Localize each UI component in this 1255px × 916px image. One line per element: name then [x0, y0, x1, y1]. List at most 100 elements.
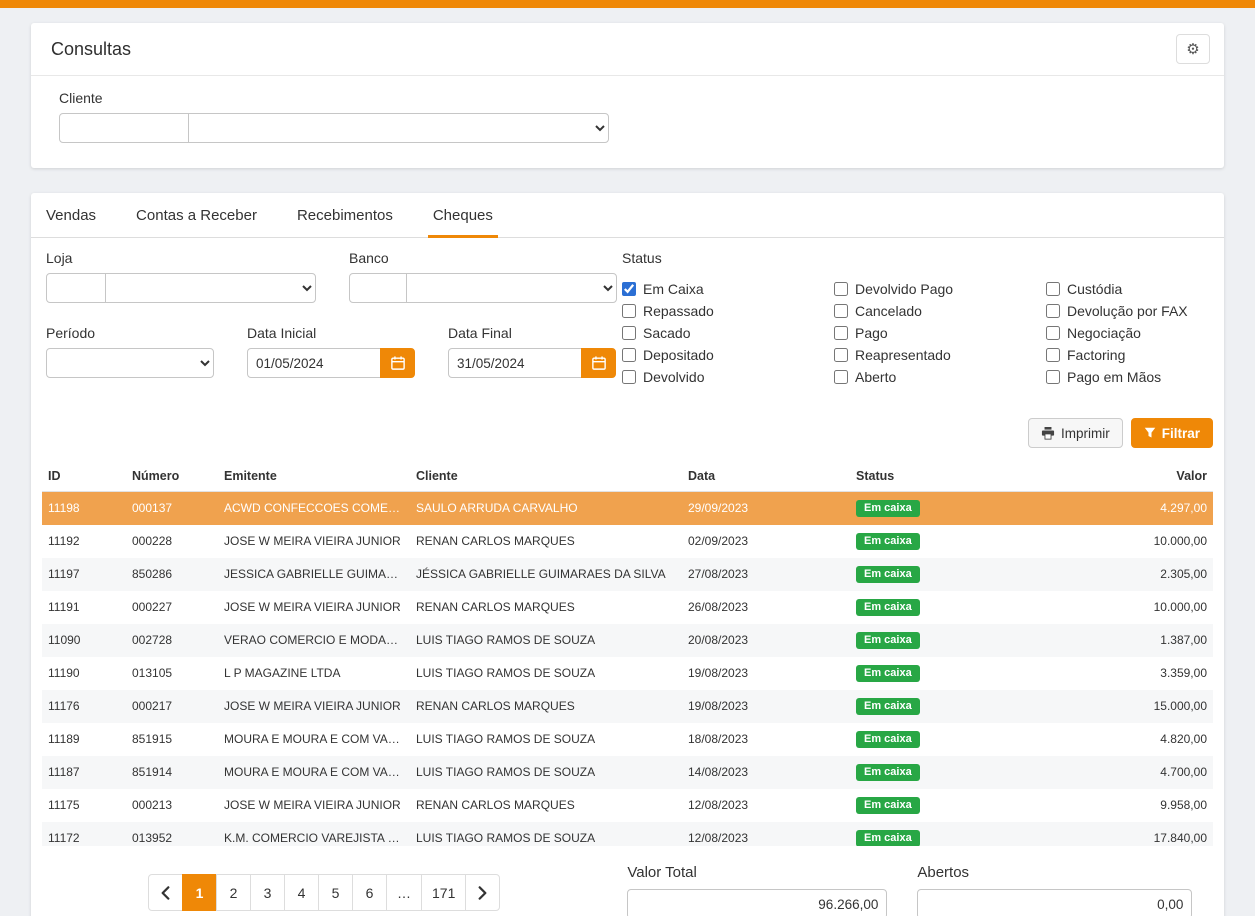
filters-section: Loja Banco Período — [31, 238, 1224, 388]
loja-select[interactable] — [105, 273, 316, 303]
status-option-label: Cancelado — [855, 303, 922, 319]
printer-icon — [1041, 427, 1055, 440]
page-button[interactable]: 5 — [318, 874, 353, 911]
calendar-icon — [391, 356, 405, 370]
table-row[interactable]: 11090002728VERAO COMERCIO E MODAS…LUIS T… — [42, 624, 1213, 657]
status-option-label: Devolução por FAX — [1067, 303, 1188, 319]
next-page-button[interactable] — [465, 874, 500, 911]
cliente-section: Cliente — [31, 76, 1224, 168]
table-row[interactable]: 11197850286JESSICA GABRIELLE GUIMA…JÉSSI… — [42, 558, 1213, 591]
status-checkbox[interactable] — [834, 326, 848, 340]
data-final-calendar-button[interactable] — [581, 348, 616, 378]
status-option[interactable]: Repassado — [622, 300, 834, 322]
cell: 27/08/2023 — [682, 558, 850, 591]
prev-page-button[interactable] — [148, 874, 183, 911]
page-button[interactable]: 2 — [216, 874, 251, 911]
table-row[interactable]: 11191000227JOSE W MEIRA VIEIRA JUNIORREN… — [42, 591, 1213, 624]
page-button[interactable]: 6 — [352, 874, 387, 911]
status-checkbox[interactable] — [1046, 326, 1060, 340]
cell: JÉSSICA GABRIELLE GUIMARAES DA SILVA — [410, 558, 682, 591]
status-checkbox[interactable] — [622, 348, 636, 362]
status-checkbox[interactable] — [622, 282, 636, 296]
cell: 29/09/2023 — [682, 492, 850, 526]
status-option-label: Pago — [855, 325, 888, 341]
page-button[interactable]: 1 — [182, 874, 217, 911]
data-inicial-calendar-button[interactable] — [380, 348, 415, 378]
status-option[interactable]: Cancelado — [834, 300, 1046, 322]
actions-bar: Imprimir Filtrar — [31, 388, 1224, 448]
banco-select[interactable] — [406, 273, 617, 303]
banco-code-input[interactable] — [349, 273, 407, 303]
status-option[interactable]: Devolvido Pago — [834, 278, 1046, 300]
status-option-label: Factoring — [1067, 347, 1125, 363]
status-badge: Em caixa — [856, 665, 920, 682]
cliente-select[interactable] — [188, 113, 609, 143]
cliente-code-input[interactable] — [59, 113, 189, 143]
table-row[interactable]: 11172013952K.M. COMERCIO VAREJISTA …LUIS… — [42, 822, 1213, 846]
status-checkbox[interactable] — [622, 326, 636, 340]
loja-code-input[interactable] — [46, 273, 106, 303]
cell: 11187 — [42, 756, 126, 789]
status-checkbox[interactable] — [1046, 304, 1060, 318]
status-checkbox[interactable] — [834, 282, 848, 296]
status-option[interactable]: Em Caixa — [622, 278, 834, 300]
data-inicial-label: Data Inicial — [247, 325, 415, 341]
status-checkbox[interactable] — [622, 304, 636, 318]
filtrar-button[interactable]: Filtrar — [1131, 418, 1213, 448]
status-option-label: Repassado — [643, 303, 714, 319]
status-option[interactable]: Custódia — [1046, 278, 1209, 300]
imprimir-label: Imprimir — [1061, 426, 1110, 441]
cell-valor: 9.958,00 — [996, 789, 1213, 822]
status-option[interactable]: Negociação — [1046, 322, 1209, 344]
status-checkbox[interactable] — [1046, 348, 1060, 362]
table-row[interactable]: 11192000228JOSE W MEIRA VIEIRA JUNIORREN… — [42, 525, 1213, 558]
periodo-select[interactable] — [46, 348, 214, 378]
status-option[interactable]: Factoring — [1046, 344, 1209, 366]
table-row[interactable]: 11198000137ACWD CONFECCOES COMER…SAULO A… — [42, 492, 1213, 526]
data-inicial-input[interactable] — [247, 348, 381, 378]
page-button[interactable]: 171 — [421, 874, 466, 911]
status-checkbox[interactable] — [622, 370, 636, 384]
status-option[interactable]: Sacado — [622, 322, 834, 344]
filtrar-label: Filtrar — [1162, 426, 1200, 441]
status-option[interactable]: Depositado — [622, 344, 834, 366]
status-checkbox[interactable] — [834, 370, 848, 384]
table-row[interactable]: 11175000213JOSE W MEIRA VIEIRA JUNIORREN… — [42, 789, 1213, 822]
status-option[interactable]: Devolução por FAX — [1046, 300, 1209, 322]
data-final-input[interactable] — [448, 348, 582, 378]
settings-button[interactable]: ⚙ — [1176, 34, 1210, 64]
tab-contas-a-receber[interactable]: Contas a Receber — [131, 193, 262, 238]
status-option[interactable]: Pago em Mãos — [1046, 366, 1209, 388]
cell: LUIS TIAGO RAMOS DE SOUZA — [410, 723, 682, 756]
status-checkbox[interactable] — [834, 348, 848, 362]
cell: RENAN CARLOS MARQUES — [410, 591, 682, 624]
cell: 26/08/2023 — [682, 591, 850, 624]
page-button[interactable]: 3 — [250, 874, 285, 911]
data-final-label: Data Final — [448, 325, 616, 341]
table-row[interactable]: 11187851914MOURA E MOURA E COM VA…LUIS T… — [42, 756, 1213, 789]
pagination: 123456…171 — [148, 874, 500, 911]
chevron-left-icon — [161, 886, 170, 900]
tab-cheques[interactable]: Cheques — [428, 193, 498, 238]
cell-valor: 4.820,00 — [996, 723, 1213, 756]
tab-vendas[interactable]: Vendas — [41, 193, 101, 238]
status-option[interactable]: Aberto — [834, 366, 1046, 388]
cell-valor: 4.700,00 — [996, 756, 1213, 789]
status-checkbox[interactable] — [834, 304, 848, 318]
page-button[interactable]: 4 — [284, 874, 319, 911]
status-checkbox[interactable] — [1046, 282, 1060, 296]
table-row[interactable]: 11176000217JOSE W MEIRA VIEIRA JUNIORREN… — [42, 690, 1213, 723]
status-option[interactable]: Devolvido — [622, 366, 834, 388]
page-title: Consultas — [45, 39, 131, 60]
table-row[interactable]: 11190013105L P MAGAZINE LTDALUIS TIAGO R… — [42, 657, 1213, 690]
imprimir-button[interactable]: Imprimir — [1028, 418, 1123, 448]
status-option[interactable]: Pago — [834, 322, 1046, 344]
table-row[interactable]: 11189851915MOURA E MOURA E COM VA…LUIS T… — [42, 723, 1213, 756]
cell-status: Em caixa — [850, 723, 996, 756]
tab-recebimentos[interactable]: Recebimentos — [292, 193, 398, 238]
cell: 013105 — [126, 657, 218, 690]
cell-status: Em caixa — [850, 690, 996, 723]
status-option-label: Devolvido Pago — [855, 281, 953, 297]
status-checkbox[interactable] — [1046, 370, 1060, 384]
status-option[interactable]: Reapresentado — [834, 344, 1046, 366]
